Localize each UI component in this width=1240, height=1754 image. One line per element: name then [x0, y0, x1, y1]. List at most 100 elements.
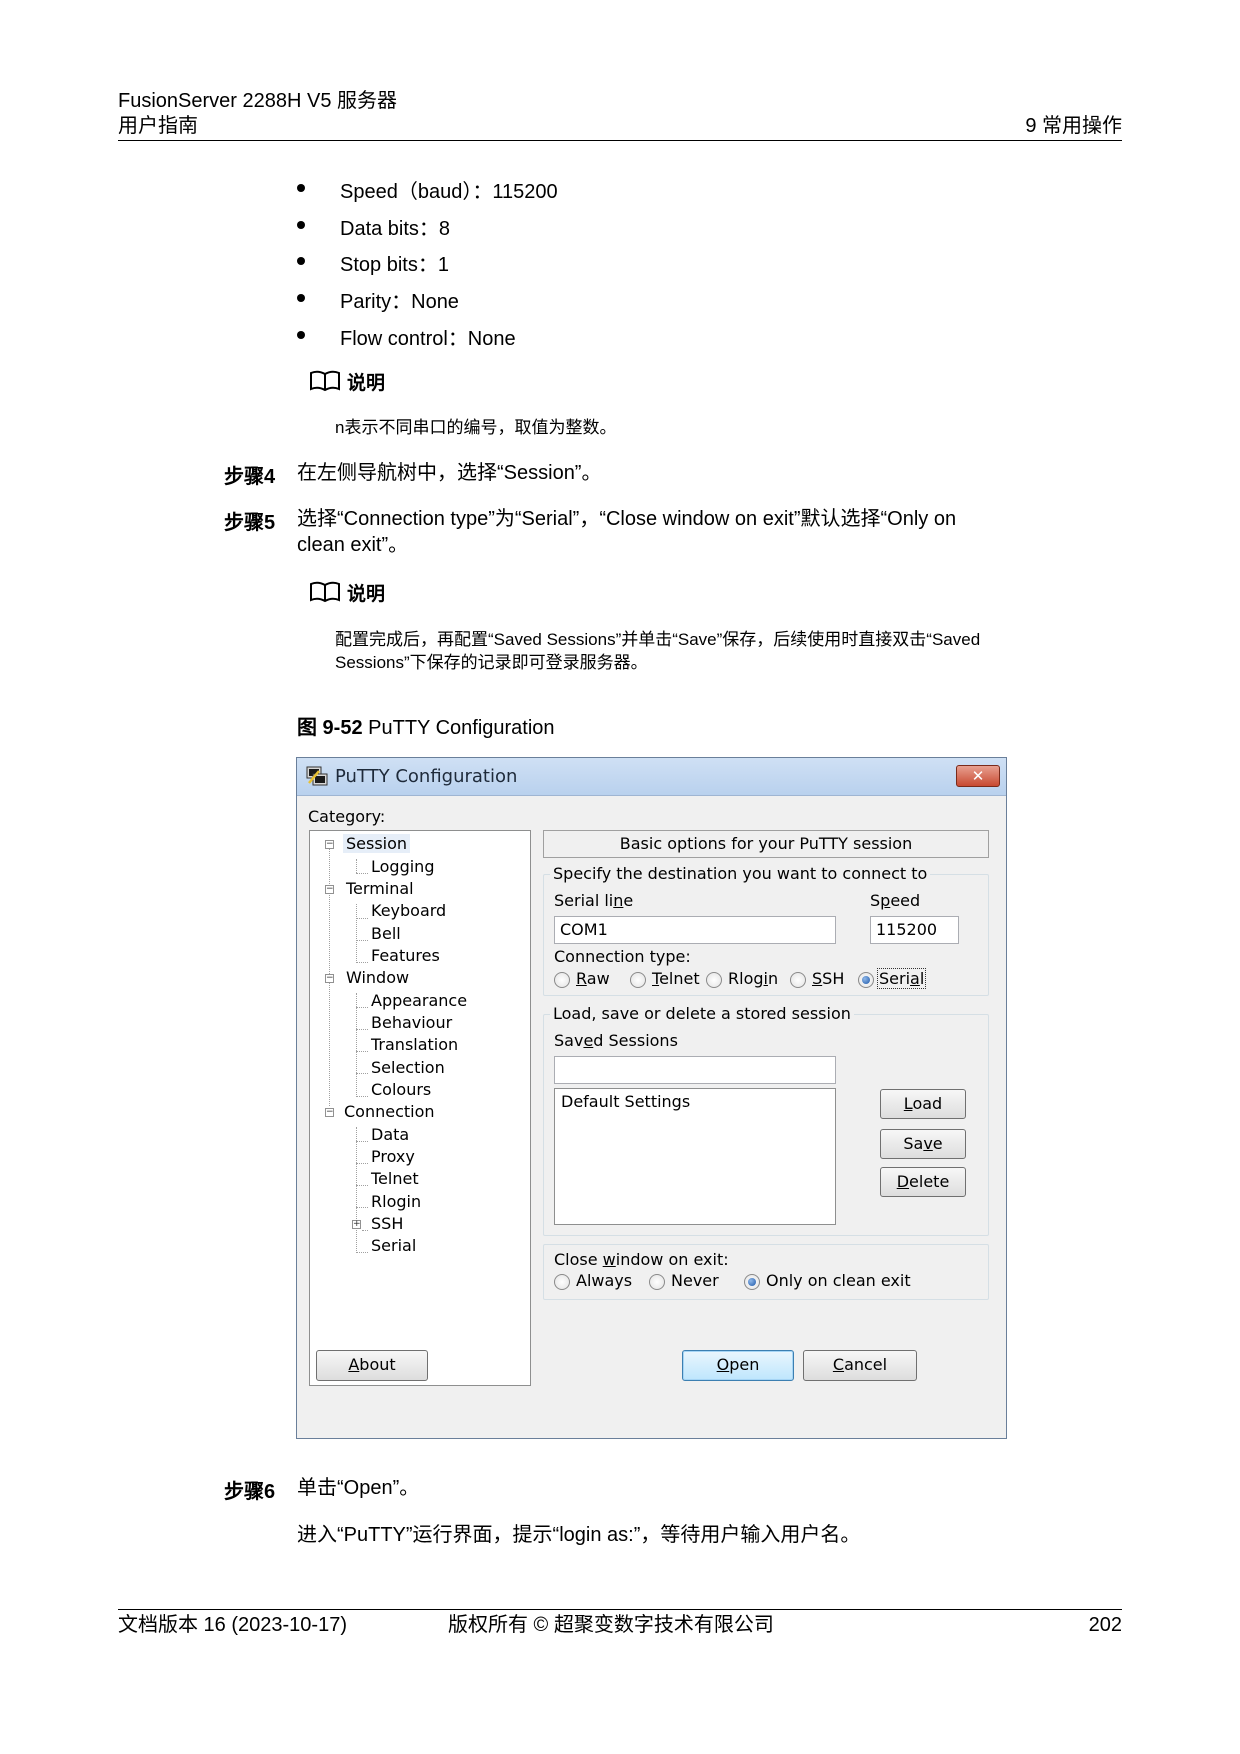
tree-connector	[356, 1096, 368, 1097]
tree-item-keyboard[interactable]: Keyboard	[371, 901, 446, 920]
connection-type-label: Connection type:	[554, 947, 691, 966]
note-text-line2: Sessions”下保存的记录即可登录服务器。	[335, 653, 648, 672]
list-item[interactable]: Default Settings	[561, 1092, 690, 1111]
radio-always[interactable]	[554, 1274, 570, 1290]
window-title: PuTTY Configuration	[335, 766, 518, 787]
figure-title: PuTTY Configuration	[368, 717, 555, 739]
tree-item-translation[interactable]: Translation	[371, 1035, 458, 1054]
radio-serial-label: Serial	[876, 968, 927, 989]
tree-item-data[interactable]: Data	[371, 1125, 409, 1144]
destination-group-title: Specify the destination you want to conn…	[550, 864, 931, 883]
title-bar[interactable]: PuTTY Configuration ✕	[297, 758, 1006, 796]
radio-raw-label: Raw	[576, 969, 610, 988]
putty-window: PuTTY Configuration ✕ Category: − Sessio…	[296, 757, 1007, 1439]
tree-connector	[356, 1163, 368, 1164]
tree-connector	[356, 1127, 357, 1253]
tree-connector	[356, 940, 368, 941]
collapse-terminal-icon[interactable]: −	[325, 885, 334, 894]
tree-connector	[356, 1007, 368, 1008]
tree-item-behaviour[interactable]: Behaviour	[371, 1013, 452, 1032]
collapse-session-icon[interactable]: −	[325, 840, 334, 849]
tree-item-session[interactable]: Session	[343, 834, 411, 853]
tree-connector	[356, 1207, 368, 1208]
serial-line-input[interactable]: COM1	[554, 916, 836, 944]
tree-item-colours[interactable]: Colours	[371, 1080, 431, 1099]
tree-item-rlogin[interactable]: Rlogin	[371, 1192, 421, 1211]
close-icon: ✕	[971, 767, 985, 785]
serial-line-label: Serial line	[554, 891, 634, 910]
radio-rlogin-label: Rlogin	[728, 969, 779, 988]
radio-serial[interactable]	[858, 972, 874, 988]
step6-label: 步骤6	[224, 1481, 276, 1503]
tree-connector	[356, 1185, 368, 1186]
saved-sessions-label: Saved Sessions	[554, 1031, 678, 1050]
tree-item-serial[interactable]: Serial	[371, 1236, 416, 1255]
tree-connector	[356, 859, 357, 873]
sessions-list[interactable]: Default Settings	[554, 1088, 836, 1225]
radio-always-label: Always	[576, 1271, 633, 1290]
book-icon	[310, 581, 340, 603]
radio-rlogin[interactable]	[706, 972, 722, 988]
tree-connector	[356, 918, 368, 919]
tree-item-window[interactable]: Window	[346, 968, 409, 987]
cancel-button[interactable]: Cancel	[803, 1350, 917, 1381]
tree-item-features[interactable]: Features	[371, 946, 440, 965]
category-tree[interactable]: − Session Logging − Terminal Keyboard Be…	[309, 830, 531, 1386]
tree-connector	[356, 1252, 368, 1253]
radio-ssh-label: SSH	[812, 969, 845, 988]
about-button[interactable]: About	[316, 1350, 428, 1381]
tree-connector	[356, 1051, 368, 1052]
radio-telnet[interactable]	[630, 972, 646, 988]
close-window-button[interactable]: ✕	[956, 765, 1000, 787]
tree-connector	[356, 904, 357, 963]
expand-ssh-icon[interactable]: +	[352, 1220, 361, 1229]
footer-page-number: 202	[1088, 1614, 1122, 1636]
note-text: n表示不同串口的编号，取值为整数。	[335, 418, 617, 437]
footer-rule	[118, 1609, 1122, 1610]
tree-item-bell[interactable]: Bell	[371, 924, 401, 943]
radio-only-on-clean-exit[interactable]	[744, 1274, 760, 1290]
speed-input[interactable]: 115200	[870, 916, 959, 944]
radio-never[interactable]	[649, 1274, 665, 1290]
collapse-window-icon[interactable]: −	[325, 974, 334, 983]
step4-text: 在左侧导航树中，选择“Session”。	[297, 462, 602, 484]
saved-sessions-input[interactable]	[554, 1056, 836, 1084]
open-button[interactable]: Open	[682, 1350, 794, 1381]
step6-followup: 进入“PuTTY”运行界面，提示“login as:”，等待用户输入用户名。	[297, 1524, 861, 1546]
tree-item-proxy[interactable]: Proxy	[371, 1147, 415, 1166]
footer-version: 文档版本 16 (2023-10-17)	[118, 1614, 347, 1636]
tree-connector	[356, 1073, 368, 1074]
tree-item-selection[interactable]: Selection	[371, 1058, 445, 1077]
tree-item-logging[interactable]: Logging	[371, 857, 434, 876]
tree-connector	[362, 1230, 368, 1231]
header-rule	[118, 140, 1122, 141]
radio-raw[interactable]	[554, 972, 570, 988]
figure-number: 图 9-52	[297, 717, 363, 739]
radio-never-label: Never	[671, 1271, 719, 1290]
category-label: Category:	[308, 807, 386, 826]
radio-ssh[interactable]	[790, 972, 806, 988]
save-button[interactable]: Save	[880, 1129, 966, 1159]
tree-item-terminal[interactable]: Terminal	[346, 879, 414, 898]
delete-button[interactable]: Delete	[880, 1167, 966, 1197]
tree-item-telnet[interactable]: Telnet	[371, 1169, 419, 1188]
load-button[interactable]: Load	[880, 1089, 966, 1119]
radio-telnet-label: Telnet	[652, 969, 700, 988]
step5-label: 步骤5	[224, 512, 276, 534]
putty-app-icon	[306, 766, 328, 786]
speed-label: Speed	[870, 891, 921, 910]
step6-text: 单击“Open”。	[297, 1477, 420, 1499]
sessions-group-title: Load, save or delete a stored session	[550, 1004, 854, 1023]
book-icon	[310, 370, 340, 392]
tree-item-ssh[interactable]: SSH	[371, 1214, 403, 1233]
step5-text-line1: 选择“Connection type”为“Serial”，“Close wind…	[297, 508, 957, 530]
tree-connector	[356, 962, 368, 963]
tree-item-appearance[interactable]: Appearance	[371, 991, 467, 1010]
footer-copyright: 版权所有 © 超聚变数字技术有限公司	[448, 1614, 774, 1636]
collapse-connection-icon[interactable]: −	[325, 1108, 334, 1117]
tree-connector	[356, 873, 368, 874]
tree-item-connection[interactable]: Connection	[344, 1102, 435, 1121]
panel-banner: Basic options for your PuTTY session	[543, 830, 989, 858]
header-chapter: 9 常用操作	[1025, 115, 1122, 137]
tree-connector	[356, 993, 357, 1097]
